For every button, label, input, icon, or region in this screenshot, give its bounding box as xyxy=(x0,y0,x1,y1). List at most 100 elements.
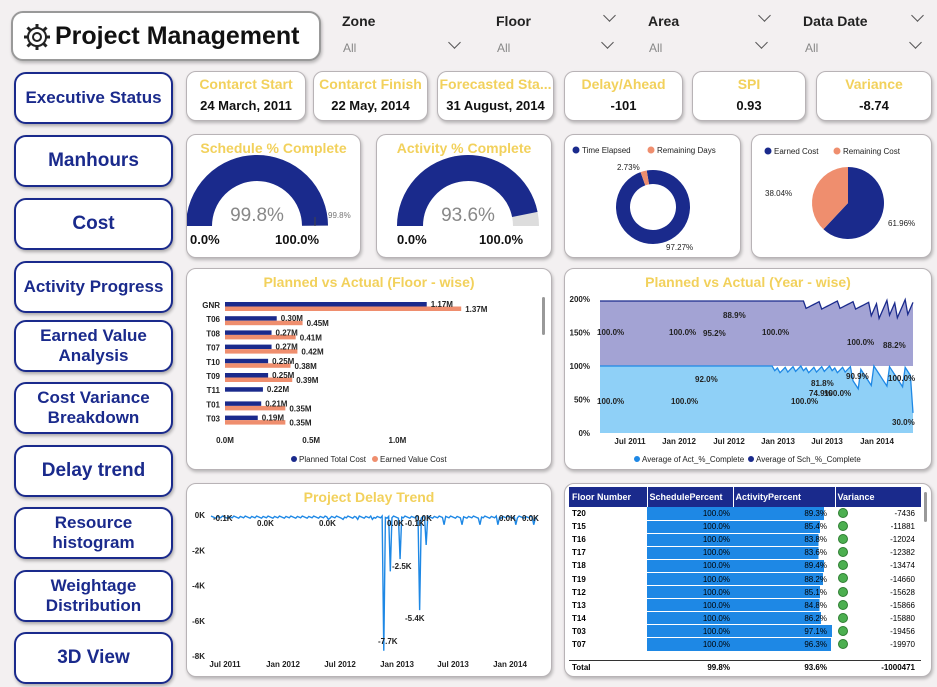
cell-floor: T19 xyxy=(572,574,586,584)
chevron-down-icon[interactable] xyxy=(758,9,771,22)
cell-variance: -12382 xyxy=(835,546,921,559)
gauge-target-label: 99.8% xyxy=(328,211,351,220)
nav-resource-histogram[interactable]: Resource histogram xyxy=(14,507,173,559)
table-row[interactable]: T03 100.0% 97.1% -19456 xyxy=(569,624,921,639)
nav-activity-progress[interactable]: Activity Progress xyxy=(14,261,173,313)
cell-activity: 89.3% xyxy=(733,507,835,521)
delay-line[interactable] xyxy=(210,514,538,651)
nav-manhours[interactable]: Manhours xyxy=(14,135,173,187)
filter-data-date-value[interactable]: All xyxy=(805,41,818,55)
col-activity[interactable]: ActivityPercent xyxy=(732,487,835,507)
nav-executive-status[interactable]: Executive Status xyxy=(14,72,173,124)
x-tick: Jan 2014 xyxy=(493,660,527,669)
delay-trend-chart: 0K-2K-4K-6K-8K-0.1K0.0K 0.0K 0.0K -0.1K0.0K… xyxy=(192,511,539,669)
y-tick: -8K xyxy=(192,652,205,661)
cell-activity: 96.3% xyxy=(733,637,835,652)
kpi-value: 22 May, 2014 xyxy=(331,98,410,113)
table-row[interactable]: T16 100.0% 83.8% -12024 xyxy=(569,533,921,547)
cell-variance: -11881 xyxy=(835,520,921,533)
table-row[interactable]: T20 100.0% 89.3% -7436 xyxy=(569,507,921,521)
col-floor[interactable]: Floor Number xyxy=(569,487,647,507)
cell-floor: T07 xyxy=(572,639,586,649)
area-label-actual: 100.0% xyxy=(888,374,915,383)
delay-annotation: -2.5K xyxy=(392,562,412,571)
area-label-sch: 100.0% xyxy=(597,328,624,337)
chevron-down-icon[interactable] xyxy=(909,36,922,49)
kpi-title: Delay/Ahead xyxy=(581,76,666,92)
y-tick: 50% xyxy=(574,396,590,405)
filter-floor-value[interactable]: All xyxy=(497,41,510,55)
cell-activity: 97.1% xyxy=(733,624,835,639)
delay-annotation: 0.0K xyxy=(387,519,404,528)
total-label: Total xyxy=(572,663,591,672)
nav-cost-variance-breakdown[interactable]: Cost Variance Breakdown xyxy=(14,382,173,434)
category-label: T08 xyxy=(206,329,220,338)
table-row[interactable]: T12 100.0% 85.1% -15628 xyxy=(569,585,921,600)
x-tick: Jan 2013 xyxy=(761,437,795,446)
category-label: T06 xyxy=(206,315,220,324)
status-dot-icon xyxy=(838,573,848,584)
cell-floor: T15 xyxy=(572,522,586,532)
kpi-delay-ahead: Delay/Ahead -101 xyxy=(564,71,683,121)
cell-activity: 85.4% xyxy=(733,520,835,534)
donut-slice[interactable] xyxy=(616,170,690,244)
pie-label-earned: 61.96% xyxy=(888,219,915,228)
filter-zone-value[interactable]: All xyxy=(343,41,356,55)
table-row[interactable]: T19 100.0% 88.2% -14660 xyxy=(569,572,921,587)
legend-dot-time-elapsed xyxy=(572,146,580,154)
table-scrollbar[interactable] xyxy=(924,492,927,522)
nav-weightage-distribution[interactable]: Weightage Distribution xyxy=(14,570,173,622)
chevron-down-icon[interactable] xyxy=(448,36,461,49)
gauge-max: 100.0% xyxy=(275,232,320,247)
chevron-down-icon[interactable] xyxy=(601,36,614,49)
chevron-down-icon[interactable] xyxy=(755,36,768,49)
filter-area-value[interactable]: All xyxy=(649,41,662,55)
kpi-title: SPI xyxy=(737,76,761,92)
bar-label-earned: 0.38M xyxy=(295,362,318,371)
donut-label-remaining: 2.73% xyxy=(617,163,640,172)
bar-planned[interactable] xyxy=(225,302,427,307)
cell-schedule: 100.0% xyxy=(647,533,733,547)
nav-3d-view[interactable]: 3D View xyxy=(14,632,173,684)
cell-activity: 88.2% xyxy=(733,572,835,587)
table-row[interactable]: T15 100.0% 85.4% -11881 xyxy=(569,520,921,534)
bar-planned[interactable] xyxy=(225,387,263,392)
table-row[interactable]: T07 100.0% 96.3% -19970 xyxy=(569,637,921,652)
bar-planned[interactable] xyxy=(225,344,272,350)
bar-planned[interactable] xyxy=(225,316,277,321)
cell-floor: T20 xyxy=(572,509,586,519)
table-row[interactable]: T18 100.0% 89.4% -13474 xyxy=(569,559,921,573)
delay-annotation: -7.7K xyxy=(378,637,398,646)
table-row[interactable]: T17 100.0% 83.6% -12382 xyxy=(569,546,921,560)
kpi-title: Contarct Finish xyxy=(319,76,422,92)
cell-schedule: 100.0% xyxy=(647,624,733,639)
x-tick: Jul 2012 xyxy=(713,437,745,446)
x-tick: 0.5M xyxy=(302,436,320,445)
y-tick: -4K xyxy=(192,582,205,591)
bar-planned[interactable] xyxy=(225,401,262,406)
chevron-down-icon[interactable] xyxy=(603,9,616,22)
bar-planned[interactable] xyxy=(225,373,269,378)
legend-earned-cost: Earned Cost xyxy=(774,147,819,156)
activity-gauge-card: Activity % Complete 93.6% 0.0% 100.0% xyxy=(376,134,552,258)
cell-activity: 84.8% xyxy=(733,598,835,613)
legend-time-elapsed: Time Elapsed xyxy=(582,146,631,155)
nav-delay-trend[interactable]: Delay trend xyxy=(14,445,173,497)
chevron-down-icon[interactable] xyxy=(911,9,924,22)
year-area-chart: Average of Act_%_Complete Average of Sch… xyxy=(570,295,916,464)
nav-earned-value-analysis[interactable]: Earned Value Analysis xyxy=(14,320,173,372)
bar-earned[interactable] xyxy=(225,306,462,312)
cell-schedule: 100.0% xyxy=(647,598,733,613)
col-schedule[interactable]: SchedulePercent xyxy=(646,487,733,507)
bar-planned[interactable] xyxy=(225,330,272,335)
nav-cost[interactable]: Cost xyxy=(14,198,173,250)
bar-planned[interactable] xyxy=(225,415,258,421)
kpi-value: 24 March, 2011 xyxy=(200,98,292,113)
bar-planned[interactable] xyxy=(225,358,269,364)
table-row[interactable]: T13 100.0% 84.8% -15866 xyxy=(569,598,921,613)
area-planned[interactable] xyxy=(600,299,913,366)
table-row[interactable]: T14 100.0% 86.2% -15880 xyxy=(569,611,921,626)
gauge-max: 100.0% xyxy=(479,232,524,247)
col-variance[interactable]: Variance xyxy=(834,487,921,507)
cell-floor: T18 xyxy=(572,561,586,571)
